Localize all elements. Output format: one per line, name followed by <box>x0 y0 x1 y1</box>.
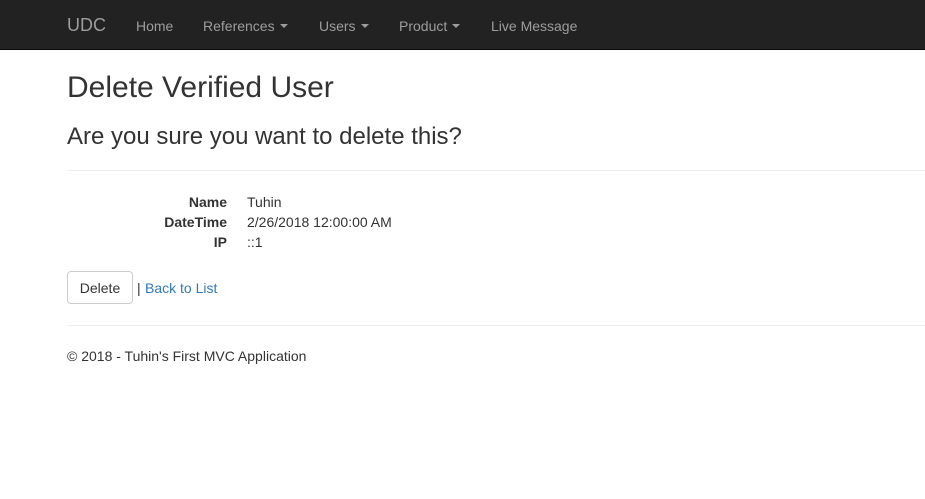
caret-down-icon <box>279 24 288 29</box>
detail-label: DateTime <box>164 214 227 230</box>
caret-down-icon <box>452 24 461 29</box>
detail-row-datetime: DateTime 2/26/2018 12:00:00 AM <box>67 212 467 232</box>
delete-button[interactable]: Delete <box>67 271 133 304</box>
confirm-message: Are you sure you want to delete this? <box>67 123 462 150</box>
details-list: Name Tuhin DateTime 2/26/2018 12:00:00 A… <box>67 192 467 252</box>
nav-item-label: Users <box>319 18 356 34</box>
caret-down-icon <box>360 24 369 29</box>
detail-label: Name <box>188 194 227 210</box>
nav-item-references[interactable]: References <box>203 17 288 35</box>
nav-item-label: Product <box>399 18 448 34</box>
top-navbar: UDC Home References Users Product Live M… <box>0 0 925 50</box>
nav-item-label: Home <box>136 18 174 34</box>
detail-label: IP <box>213 234 227 250</box>
divider <box>67 170 925 171</box>
footer-copyright: © 2018 - Tuhin's First MVC Application <box>67 348 307 364</box>
action-separator: | <box>137 280 141 296</box>
detail-row-ip: IP ::1 <box>67 232 467 252</box>
back-to-list-link[interactable]: Back to List <box>145 279 217 297</box>
page-title: Delete Verified User <box>67 71 334 104</box>
detail-value: ::1 <box>247 234 263 250</box>
detail-row-name: Name Tuhin <box>67 192 467 212</box>
brand-link[interactable]: UDC <box>67 15 106 35</box>
nav-item-live-message[interactable]: Live Message <box>491 17 577 35</box>
footer-divider <box>67 325 925 326</box>
detail-value: Tuhin <box>247 194 282 210</box>
nav-item-users[interactable]: Users <box>319 17 369 35</box>
nav-item-label: References <box>203 18 275 34</box>
nav-item-label: Live Message <box>491 18 578 34</box>
nav-item-home[interactable]: Home <box>136 17 173 35</box>
detail-value: 2/26/2018 12:00:00 AM <box>247 214 392 230</box>
nav-item-product[interactable]: Product <box>399 17 461 35</box>
